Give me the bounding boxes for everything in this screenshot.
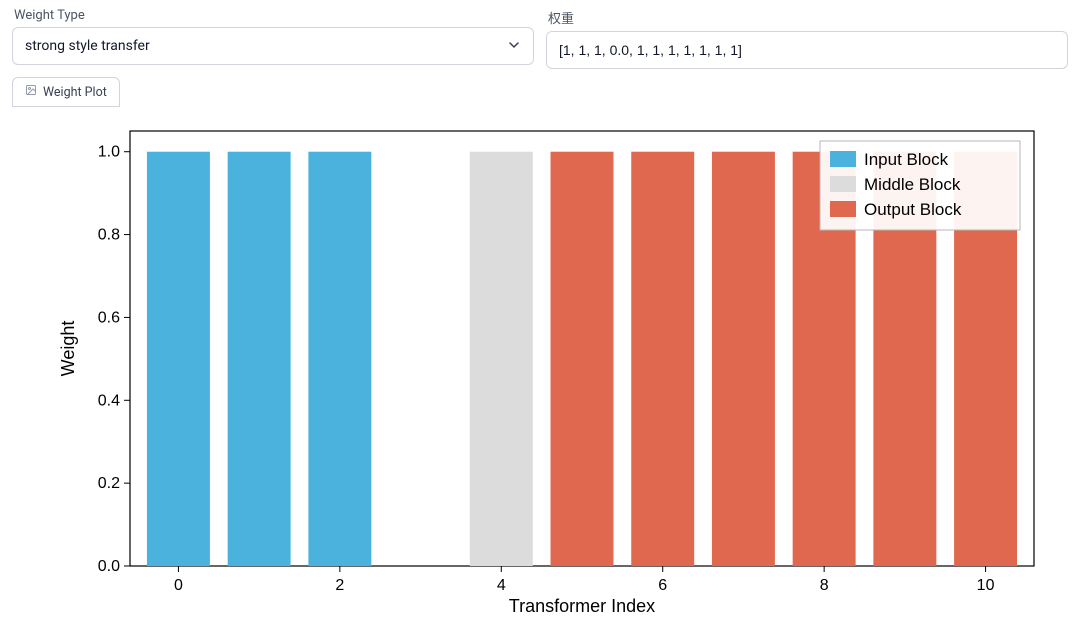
chevron-down-icon [509,38,519,54]
svg-text:0.0: 0.0 [98,558,120,575]
svg-text:6: 6 [658,577,667,594]
weights-field: 权重 [546,8,1068,69]
svg-text:Middle Block: Middle Block [864,175,961,194]
tab-label: Weight Plot [43,85,107,100]
weights-input[interactable] [546,31,1068,69]
weight-type-value: strong style transfer [25,38,150,54]
svg-text:0.6: 0.6 [98,309,120,326]
weight-type-dropdown[interactable]: strong style transfer [12,27,534,65]
svg-text:Transformer Index: Transformer Index [509,596,655,616]
tab-weight-plot[interactable]: Weight Plot [12,77,120,107]
svg-text:0.8: 0.8 [98,227,120,244]
weights-label: 权重 [546,8,1068,27]
svg-text:0: 0 [174,577,183,594]
svg-text:0.2: 0.2 [98,475,120,492]
svg-text:Input Block: Input Block [864,150,949,169]
svg-text:10: 10 [977,577,995,594]
weight-type-field: Weight Type strong style transfer [12,8,534,69]
svg-text:Output Block: Output Block [864,200,962,219]
weight-plot-chart: 0.0 0.2 0.4 0.6 0.8 1.0 0 2 4 6 8 10 Transformer Ind… [12,111,1068,623]
svg-text:1.0: 1.0 [98,144,120,161]
svg-text:0.4: 0.4 [98,392,120,409]
weight-type-label: Weight Type [12,8,534,23]
svg-text:8: 8 [820,577,829,594]
svg-text:Weight: Weight [58,321,78,377]
image-icon [25,84,37,100]
svg-text:2: 2 [335,577,344,594]
svg-text:4: 4 [497,577,506,594]
